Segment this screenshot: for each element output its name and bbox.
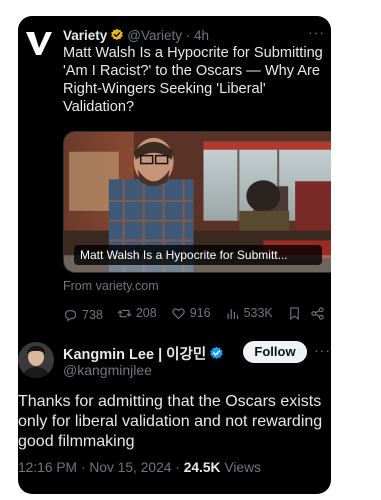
bookmark-icon <box>289 306 299 320</box>
tweet-meta: 12:16 PM · Nov 15, 2024 · 24.5K Views <box>18 460 261 475</box>
link-card-image[interactable]: Matt Walsh Is a Hypocrite for Submitt... <box>63 131 331 273</box>
like-count: 916 <box>189 306 211 320</box>
separator-dot: · <box>175 460 184 475</box>
variety-v-logo-icon <box>26 32 52 55</box>
heart-icon <box>171 307 185 319</box>
view-count: 533K <box>243 306 273 320</box>
like-button[interactable]: 916 <box>171 306 211 321</box>
share-button[interactable] <box>310 306 325 321</box>
bookmark-button[interactable] <box>287 306 302 321</box>
repost-button[interactable]: 208 <box>117 306 157 321</box>
analytics-icon <box>227 308 238 319</box>
more-options-icon[interactable]: ··· <box>308 24 325 40</box>
reply-text: Thanks for admitting that the Oscars exi… <box>18 393 323 450</box>
verified-blue-badge-icon <box>210 346 223 360</box>
reply-button[interactable]: 738 <box>63 308 103 323</box>
reply-author-row: Kangmin Lee | 이강민 <box>63 343 224 364</box>
link-card-caption: Matt Walsh Is a Hypocrite for Submitt... <box>74 245 322 265</box>
tweet-time[interactable]: 12:16 PM <box>18 460 77 475</box>
quoted-handle[interactable]: @Variety <box>127 28 182 43</box>
follow-button[interactable]: Follow <box>243 341 307 363</box>
link-source[interactable]: From variety.com <box>63 279 159 293</box>
quoted-author-name[interactable]: Variety <box>63 28 107 43</box>
reply-icon <box>64 309 77 322</box>
more-options-icon[interactable]: ··· <box>314 342 331 358</box>
separator-dot: · <box>182 27 195 43</box>
tweet-date[interactable]: Nov 15, 2024 <box>89 460 171 475</box>
repost-icon <box>117 309 132 317</box>
repost-count: 208 <box>135 306 157 320</box>
quoted-headline: Matt Walsh Is a Hypocrite for Submitting… <box>63 45 323 115</box>
views-count: 24.5K <box>183 460 221 475</box>
variety-logo-avatar[interactable] <box>24 28 54 58</box>
reply-count: 738 <box>82 308 103 322</box>
share-icon <box>311 306 324 320</box>
profile-photo <box>18 342 54 378</box>
quoted-time[interactable]: 4h <box>194 28 209 43</box>
views-label: Views <box>224 460 261 475</box>
avatar[interactable] <box>18 342 54 378</box>
reply-handle[interactable]: @kangminjlee <box>63 362 152 378</box>
quoted-tweet-header: Variety @Variety · 4h <box>63 26 323 44</box>
reply-author-name[interactable]: Kangmin Lee | 이강민 <box>63 343 206 364</box>
views-button[interactable]: 533K <box>225 306 273 321</box>
action-bar: 738 208 916 533K <box>63 304 328 322</box>
verified-gold-badge-icon <box>111 28 124 41</box>
tweet-card: Variety @Variety · 4h ··· Matt Walsh Is … <box>18 16 331 494</box>
